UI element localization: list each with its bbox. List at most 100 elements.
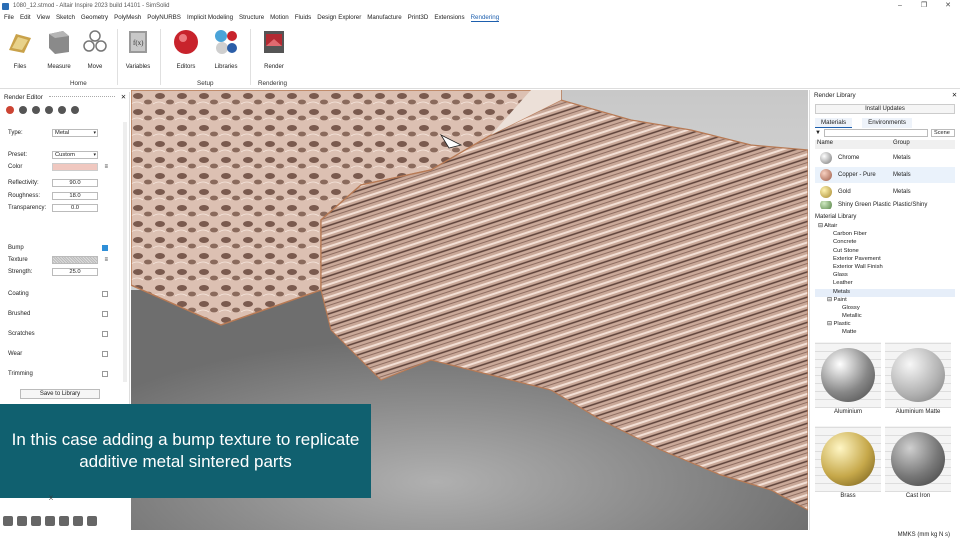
column-name[interactable]: Name: [815, 140, 891, 149]
roughness-row: Roughness: 18.0: [8, 191, 118, 200]
tree-node[interactable]: Leather: [815, 280, 955, 288]
tree-node[interactable]: Glass: [815, 272, 955, 280]
save-to-library-button[interactable]: Save to Library: [20, 389, 100, 399]
thumb-aluminium-matte[interactable]: Aluminium Matte: [885, 342, 951, 415]
color-menu-icon[interactable]: ≡: [104, 164, 108, 170]
column-group[interactable]: Group: [891, 140, 910, 149]
editor-scrollbar[interactable]: [123, 122, 127, 382]
texture-swatch[interactable]: [52, 255, 98, 264]
material-icon[interactable]: [6, 106, 14, 114]
panel-close-icon[interactable]: ✕: [121, 92, 126, 103]
tree-node[interactable]: Metallic: [815, 313, 955, 321]
chrome-swatch-icon: [820, 152, 832, 164]
table-row[interactable]: Gold Metals: [815, 184, 955, 200]
table-row[interactable]: Chrome Metals: [815, 150, 955, 166]
view-cube-icon[interactable]: [3, 516, 13, 526]
libraries-button[interactable]: Libraries: [210, 28, 242, 70]
gold-swatch-icon: [820, 186, 832, 198]
scratches-checkbox[interactable]: [102, 330, 108, 337]
light-icon[interactable]: [32, 106, 40, 114]
status-units[interactable]: MMKS (mm kg N s): [809, 530, 960, 540]
texture-menu-icon[interactable]: ≡: [104, 257, 108, 263]
menu-geometry[interactable]: Geometry: [81, 14, 108, 21]
filter-icon[interactable]: ▼: [815, 130, 821, 136]
variables-button[interactable]: f(x) Variables: [122, 28, 154, 70]
tab-materials[interactable]: Materials: [815, 118, 853, 128]
fit-icon[interactable]: [73, 516, 83, 526]
orbit-icon[interactable]: [17, 516, 27, 526]
restore-icon[interactable]: ❐: [912, 0, 936, 12]
menu-extensions[interactable]: Extensions: [434, 14, 464, 21]
tree-node[interactable]: Concrete: [815, 239, 955, 247]
tree-node[interactable]: Matte: [815, 329, 955, 337]
thumb-cast-iron[interactable]: Cast Iron: [885, 426, 951, 499]
trimming-checkbox[interactable]: [102, 370, 108, 377]
files-button[interactable]: Files: [4, 28, 36, 70]
shading-icon[interactable]: [45, 516, 55, 526]
menu-implicit[interactable]: Implicit Modeling: [187, 14, 233, 21]
strength-input[interactable]: 25.0: [52, 267, 98, 276]
environment-icon[interactable]: [87, 516, 97, 526]
install-updates-button[interactable]: Install Updates: [815, 104, 955, 114]
material-type-toolbar: [0, 103, 129, 117]
editors-button[interactable]: Editors: [170, 28, 202, 70]
table-row[interactable]: Copper - Pure Metals: [815, 167, 955, 183]
tree-node[interactable]: Carbon Fiber: [815, 231, 955, 239]
ribbon-separator: [250, 29, 251, 85]
menu-view[interactable]: View: [37, 14, 50, 21]
menu-edit[interactable]: Edit: [20, 14, 31, 21]
wear-row: Wear: [8, 349, 118, 358]
menu-sketch[interactable]: Sketch: [56, 14, 75, 21]
menu-print3d[interactable]: Print3D: [408, 14, 429, 21]
menu-rendering[interactable]: Rendering: [470, 14, 500, 22]
plastic-swatch-icon: [820, 201, 832, 209]
menu-motion[interactable]: Motion: [270, 14, 289, 21]
thumb-aluminium[interactable]: Aluminium: [815, 342, 881, 415]
coating-checkbox[interactable]: [102, 290, 108, 297]
measure-button[interactable]: Measure: [43, 28, 75, 70]
minimize-icon[interactable]: –: [888, 0, 912, 12]
tree-node[interactable]: ⊟ Paint: [815, 297, 955, 305]
menu-design-explorer[interactable]: Design Explorer: [317, 14, 361, 21]
brushed-checkbox[interactable]: [102, 310, 108, 317]
tree-node[interactable]: Metals: [815, 288, 955, 297]
tree-node[interactable]: ⊟ Altair: [815, 223, 955, 231]
thumb-brass[interactable]: Brass: [815, 426, 881, 499]
aluminium-ball-icon: [821, 348, 875, 402]
menu-polymesh[interactable]: PolyMesh: [114, 14, 141, 21]
type-select[interactable]: Metal: [52, 128, 98, 137]
transparency-input[interactable]: 0.0: [52, 203, 98, 212]
flag-icon[interactable]: [19, 106, 27, 114]
tree-node[interactable]: Exterior Wall Finish: [815, 264, 955, 272]
bump-checkbox[interactable]: [102, 244, 108, 251]
zoom-icon[interactable]: [59, 516, 69, 526]
camera-icon[interactable]: [58, 106, 66, 114]
tree-node[interactable]: Glossy: [815, 305, 955, 313]
reflectivity-input[interactable]: 90.0: [52, 178, 98, 187]
library-close-icon[interactable]: ✕: [952, 90, 957, 101]
palette-icon[interactable]: [71, 106, 79, 114]
menu-polynurbs[interactable]: PolyNURBS: [147, 14, 181, 21]
menu-structure[interactable]: Structure: [239, 14, 264, 21]
render-button[interactable]: Render: [258, 28, 290, 70]
filter-input[interactable]: [823, 128, 928, 137]
scope-select[interactable]: Scene: [931, 128, 955, 137]
move-button[interactable]: Move: [79, 28, 111, 70]
sphere-icon[interactable]: [45, 106, 53, 114]
drag-handle[interactable]: [48, 96, 115, 99]
tree-node[interactable]: ⊟ Plastic: [815, 321, 955, 329]
close-icon[interactable]: ✕: [936, 0, 960, 12]
section-icon[interactable]: [31, 516, 41, 526]
menu-manufacture[interactable]: Manufacture: [367, 14, 401, 21]
color-swatch[interactable]: [52, 162, 98, 171]
menu-file[interactable]: File: [4, 14, 14, 21]
tab-environments[interactable]: Environments: [862, 118, 912, 128]
tree-node[interactable]: Cut Stone: [815, 248, 955, 256]
table-row[interactable]: Shiny Green Plastic Plastic/Shiny: [815, 201, 955, 209]
roughness-input[interactable]: 18.0: [52, 191, 98, 200]
reflectivity-row: Reflectivity: 90.0: [8, 178, 118, 187]
menu-fluids[interactable]: Fluids: [295, 14, 312, 21]
wear-checkbox[interactable]: [102, 350, 108, 357]
tree-node[interactable]: Exterior Pavement: [815, 256, 955, 264]
preset-select[interactable]: Custom: [52, 150, 98, 159]
